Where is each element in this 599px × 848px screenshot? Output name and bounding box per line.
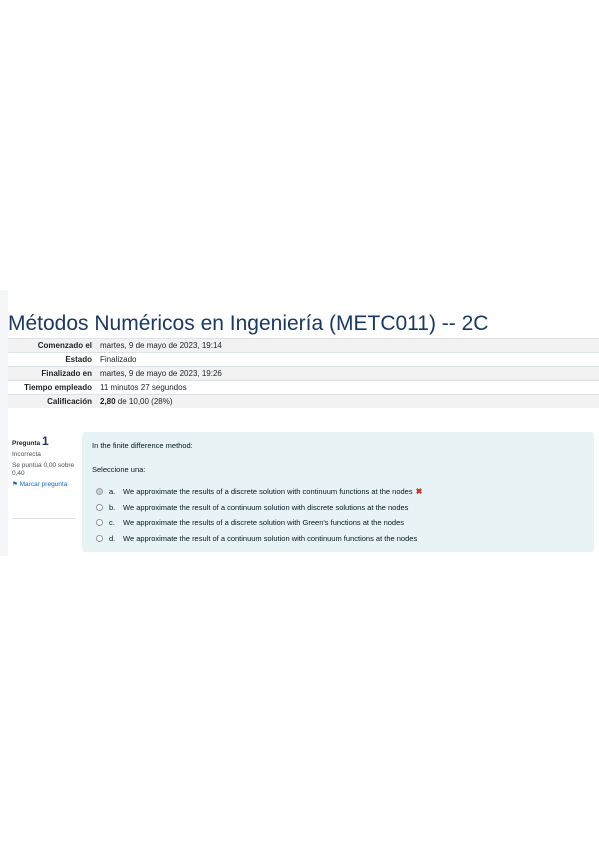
radio-button[interactable] [96,534,103,542]
question-content: In the finite difference method: Selecci… [82,432,594,552]
answer-prompt: Seleccione una: [92,465,146,474]
answer-text: We approximate the result of a continuum… [123,502,409,512]
cross-icon: ✖ [415,487,423,497]
answer-text: We approximate the results of a discrete… [123,518,405,528]
radio-button[interactable] [96,488,103,496]
grade-score: 2,80 [100,397,116,406]
summary-label: Estado [65,355,92,364]
radio-button[interactable] [96,503,103,511]
summary-value: 11 minutos 27 segundos [100,383,187,392]
question-info: Pregunta 1 Incorrecta Se puntúa 0,00 sob… [12,434,76,519]
summary-row-started: Comenzado el martes, 9 de mayo de 2023, … [8,338,599,353]
answer-letter: d. [109,533,116,543]
question-text: In the finite difference method: [92,441,193,450]
flag-question-link[interactable]: ⚑ Marcar pregunta [12,481,76,489]
answer-list: a. We approximate the results of a discr… [96,484,422,546]
summary-value: martes, 9 de mayo de 2023, 19:26 [100,369,222,378]
summary-value: Finalizado [100,355,137,364]
question-mark: Se puntúa 0,00 sobre 0,40 [12,462,75,477]
answer-letter: c. [109,518,115,528]
quiz-review-page: Métodos Numéricos en Ingeniería (METC011… [0,290,599,556]
answer-text: We approximate the result of a continuum… [123,533,418,543]
summary-value: 2,80 de 10,00 (28%) [96,395,599,409]
summary-label: Calificación [47,397,92,406]
answer-option-b[interactable]: b. We approximate the result of a contin… [96,500,422,516]
summary-label: Tiempo empleado [24,383,92,392]
grade-total: de 10,00 (28%) [115,397,173,406]
question-number-label: Pregunta [12,440,41,447]
question-number: 1 [41,434,49,448]
summary-row-state: Estado Finalizado [8,352,599,367]
answer-letter: b. [109,502,116,512]
summary-label: Comenzado el [37,341,92,350]
summary-row-grade: Calificación 2,80 de 10,00 (28%) [8,394,599,409]
summary-label: Finalizado en [41,369,92,378]
answer-option-a[interactable]: a. We approximate the results of a discr… [96,484,422,500]
answer-option-d[interactable]: d. We approximate the result of a contin… [96,531,422,547]
answer-option-c[interactable]: c. We approximate the results of a discr… [96,515,422,531]
course-title: Métodos Numéricos en Ingeniería (METC011… [8,312,489,336]
radio-button[interactable] [96,519,103,527]
summary-row-time: Tiempo empleado 11 minutos 27 segundos [8,380,599,395]
flag-icon: ⚑ [12,481,18,488]
question-state: Incorrecta [12,451,41,458]
flag-question-label: Marcar pregunta [19,481,68,488]
attempt-summary-table: Comenzado el martes, 9 de mayo de 2023, … [8,338,599,408]
answer-letter: a. [109,487,116,497]
summary-value: martes, 9 de mayo de 2023, 19:14 [100,341,222,350]
summary-row-finished: Finalizado en martes, 9 de mayo de 2023,… [8,366,599,381]
main-content: Métodos Numéricos en Ingeniería (METC011… [8,290,599,556]
answer-text: We approximate the results of a discrete… [123,487,413,497]
